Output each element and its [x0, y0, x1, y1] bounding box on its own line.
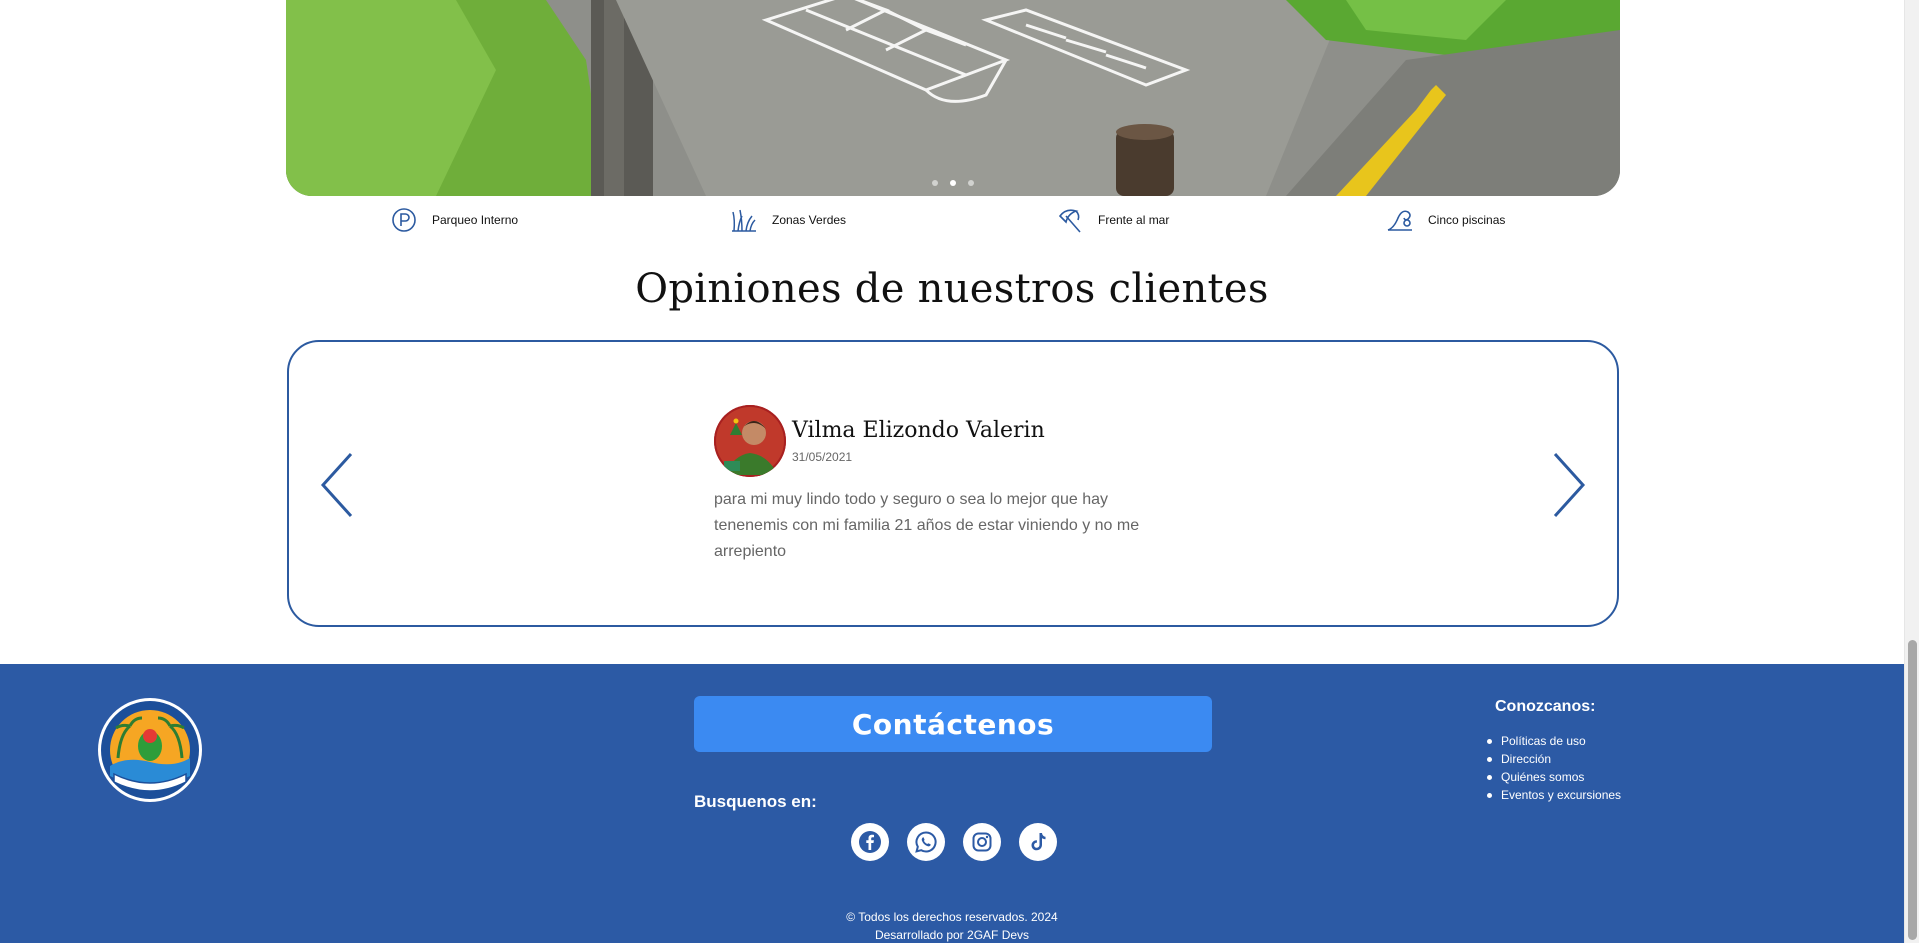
contact-button[interactable]: Contáctenos: [694, 696, 1212, 752]
avatar: [714, 405, 786, 477]
review-carousel: Vilma Elizondo Valerin 31/05/2021 para m…: [287, 340, 1619, 627]
carousel-dot-active[interactable]: [950, 180, 956, 186]
parking-icon: [390, 206, 418, 234]
chevron-right-icon: [1553, 452, 1586, 518]
facebook-icon: [859, 831, 881, 853]
link-events[interactable]: Eventos y excursiones: [1501, 788, 1621, 802]
amenity-label: Zonas Verdes: [772, 213, 847, 227]
review-date: 31/05/2021: [792, 450, 853, 464]
next-review-button[interactable]: [1549, 450, 1589, 520]
chevron-left-icon: [320, 452, 353, 518]
social-search-label: Busquenos en:: [694, 792, 817, 811]
amenity-green-zones: Zonas Verdes: [730, 206, 846, 234]
amenity-beachfront: Frente al mar: [1056, 206, 1169, 234]
whatsapp-link[interactable]: [907, 823, 945, 861]
footer-link-item: Eventos y excursiones: [1486, 786, 1621, 804]
footer-links-title: Conozcanos:: [1495, 698, 1596, 715]
page: Parqueo Interno Zonas Verdes Frente al m…: [0, 0, 1919, 943]
amenity-label: Frente al mar: [1098, 213, 1170, 227]
page-scrollbar[interactable]: [1904, 0, 1919, 943]
amenity-label: Cinco piscinas: [1428, 213, 1506, 227]
facebook-link[interactable]: [851, 823, 889, 861]
amenity-pools: Cinco piscinas: [1386, 206, 1505, 234]
instagram-link[interactable]: [963, 823, 1001, 861]
footer: Contáctenos Busquenos en: Conozcanos: Po…: [0, 664, 1904, 943]
beach-umbrella-icon: [1056, 206, 1084, 234]
footer-links: Políticas de uso Dirección Quiénes somos…: [1486, 732, 1621, 804]
previous-review-button[interactable]: [317, 450, 357, 520]
footer-link-item: Políticas de uso: [1486, 732, 1621, 750]
wave-icon: [1386, 206, 1414, 234]
link-about-us[interactable]: Quiénes somos: [1501, 770, 1584, 784]
footer-link-item: Quiénes somos: [1486, 768, 1621, 786]
footer-link-item: Dirección: [1486, 750, 1621, 768]
grass-icon: [730, 206, 758, 234]
reviews-title: Opiniones de nuestros clientes: [635, 266, 1269, 312]
carousel-dot[interactable]: [932, 180, 938, 186]
hotel-logo[interactable]: [96, 696, 204, 804]
amenity-parking: Parqueo Interno: [390, 206, 518, 234]
hero-image: [286, 0, 1620, 196]
copyright-text: © Todos los derechos reservados. 2024: [846, 910, 1058, 924]
carousel-dot[interactable]: [968, 180, 974, 186]
reviewer-header: Vilma Elizondo Valerin 31/05/2021: [714, 405, 1045, 477]
link-usage-policies[interactable]: Políticas de uso: [1501, 734, 1586, 748]
developer-credit: Desarrollado por 2GAF Devs: [874, 928, 1030, 942]
social-links: [851, 823, 1057, 861]
hopscotch-photo: [286, 0, 1620, 196]
amenity-label: Parqueo Interno: [432, 213, 519, 227]
amenities-bar: Parqueo Interno Zonas Verdes Frente al m…: [286, 206, 1620, 234]
review-text: para mi muy lindo todo y seguro o sea lo…: [714, 491, 1140, 560]
tiktok-link[interactable]: [1019, 823, 1057, 861]
reviewer-name: Vilma Elizondo Valerin: [792, 418, 1045, 443]
instagram-icon: [972, 832, 992, 852]
whatsapp-icon: [915, 831, 937, 853]
carousel-dots: [286, 180, 1620, 186]
scrollbar-thumb[interactable]: [1908, 640, 1917, 940]
link-address[interactable]: Dirección: [1501, 752, 1551, 766]
tiktok-icon: [1031, 833, 1046, 851]
copyright-block: © Todos los derechos reservados. 2024 De…: [0, 908, 1904, 943]
